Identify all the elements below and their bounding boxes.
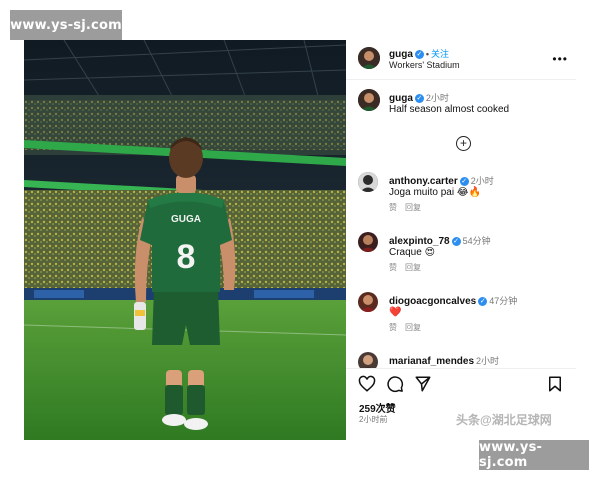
post-photo[interactable]: GUGA 8 — [24, 40, 346, 440]
comment-item: anthony.carter ✓ 2小时 Joga muito pai 😂🔥 赞回复 — [346, 170, 576, 220]
comment-item: marianaf_mendes 2小时 — [346, 350, 576, 368]
heart-icon[interactable] — [358, 375, 376, 393]
post-side-panel: guga ✓ • 关注 Workers' Stadium ••• guga ✓ 2小时 H… — [346, 40, 576, 440]
caption-avatar[interactable] — [358, 89, 380, 111]
like-comment-button[interactable]: 赞 — [389, 323, 397, 332]
comment-time: 2小时 — [476, 356, 500, 366]
comment-item: alexpinto_78 ✓ 54分钟 Craque 😍 赞回复 — [346, 230, 576, 280]
likes-count[interactable]: 259次赞 — [359, 400, 396, 415]
verified-icon: ✓ — [459, 176, 469, 186]
more-options-icon[interactable]: ••• — [552, 52, 568, 66]
like-comment-button[interactable]: 赞 — [389, 203, 397, 212]
commenter-avatar[interactable] — [358, 172, 378, 192]
comment-time: 2小时 — [470, 176, 494, 186]
reply-button[interactable]: 回复 — [405, 323, 421, 332]
caption-text: Half season almost cooked — [389, 104, 510, 115]
post-actions-bar — [346, 368, 576, 398]
separator-dot: • — [425, 49, 430, 59]
caption-time: 2小时 — [425, 93, 449, 103]
jersey-name: GUGA — [171, 214, 201, 225]
share-icon[interactable] — [414, 375, 432, 393]
comment-username[interactable]: marianaf_mendes — [389, 356, 474, 367]
source-watermark: 头条@湖北足球网 — [456, 413, 552, 427]
comment-item: diogoacgoncalves ✓ 47分钟 ❤️ 赞回复 — [346, 290, 576, 340]
load-more-comments-icon[interactable]: + — [456, 136, 471, 151]
comment-time: 47分钟 — [489, 296, 518, 306]
caption-username[interactable]: guga — [389, 93, 413, 104]
posted-time: 2小时前 — [359, 415, 388, 424]
location-link[interactable]: Workers' Stadium — [389, 60, 460, 70]
like-comment-button[interactable]: 赞 — [389, 263, 397, 272]
comment-time: 54分钟 — [462, 236, 491, 246]
comment-text: Joga muito pai 😂🔥 — [389, 187, 481, 198]
commenter-avatar[interactable] — [358, 352, 378, 368]
comment-icon[interactable] — [386, 375, 404, 393]
comment-username[interactable]: anthony.carter — [389, 176, 458, 187]
header-username-row: guga ✓ • 关注 — [389, 47, 449, 60]
bookmark-icon[interactable] — [546, 375, 564, 393]
avatar[interactable] — [358, 47, 380, 69]
instagram-post: GUGA 8 guga ✓ • 关注 Workers' Stadium ••• gug… — [24, 40, 576, 440]
verified-icon: ✓ — [414, 93, 424, 103]
comment-text: ❤️ — [389, 307, 402, 318]
comment-username[interactable]: diogoacgoncalves — [389, 296, 476, 307]
stadium-photo: GUGA 8 — [24, 40, 346, 440]
jersey-number: 8 — [177, 238, 196, 276]
reply-button[interactable]: 回复 — [405, 203, 421, 212]
verified-icon: ✓ — [451, 236, 461, 246]
reply-button[interactable]: 回复 — [405, 263, 421, 272]
verified-icon: ✓ — [414, 49, 424, 59]
comment-text: Craque 😍 — [389, 247, 436, 258]
follow-button[interactable]: 关注 — [431, 49, 449, 59]
caption-meta-row: guga ✓ 2小时 — [389, 91, 449, 104]
watermark-top-left: www.ys-sj.com — [10, 10, 122, 40]
commenter-avatar[interactable] — [358, 232, 378, 252]
header-username[interactable]: guga — [389, 49, 413, 60]
post-header: guga ✓ • 关注 Workers' Stadium ••• — [346, 40, 576, 80]
comment-username[interactable]: alexpinto_78 — [389, 236, 450, 247]
verified-icon: ✓ — [478, 296, 488, 306]
watermark-bottom-right: www.ys-sj.com — [479, 440, 589, 470]
commenter-avatar[interactable] — [358, 292, 378, 312]
